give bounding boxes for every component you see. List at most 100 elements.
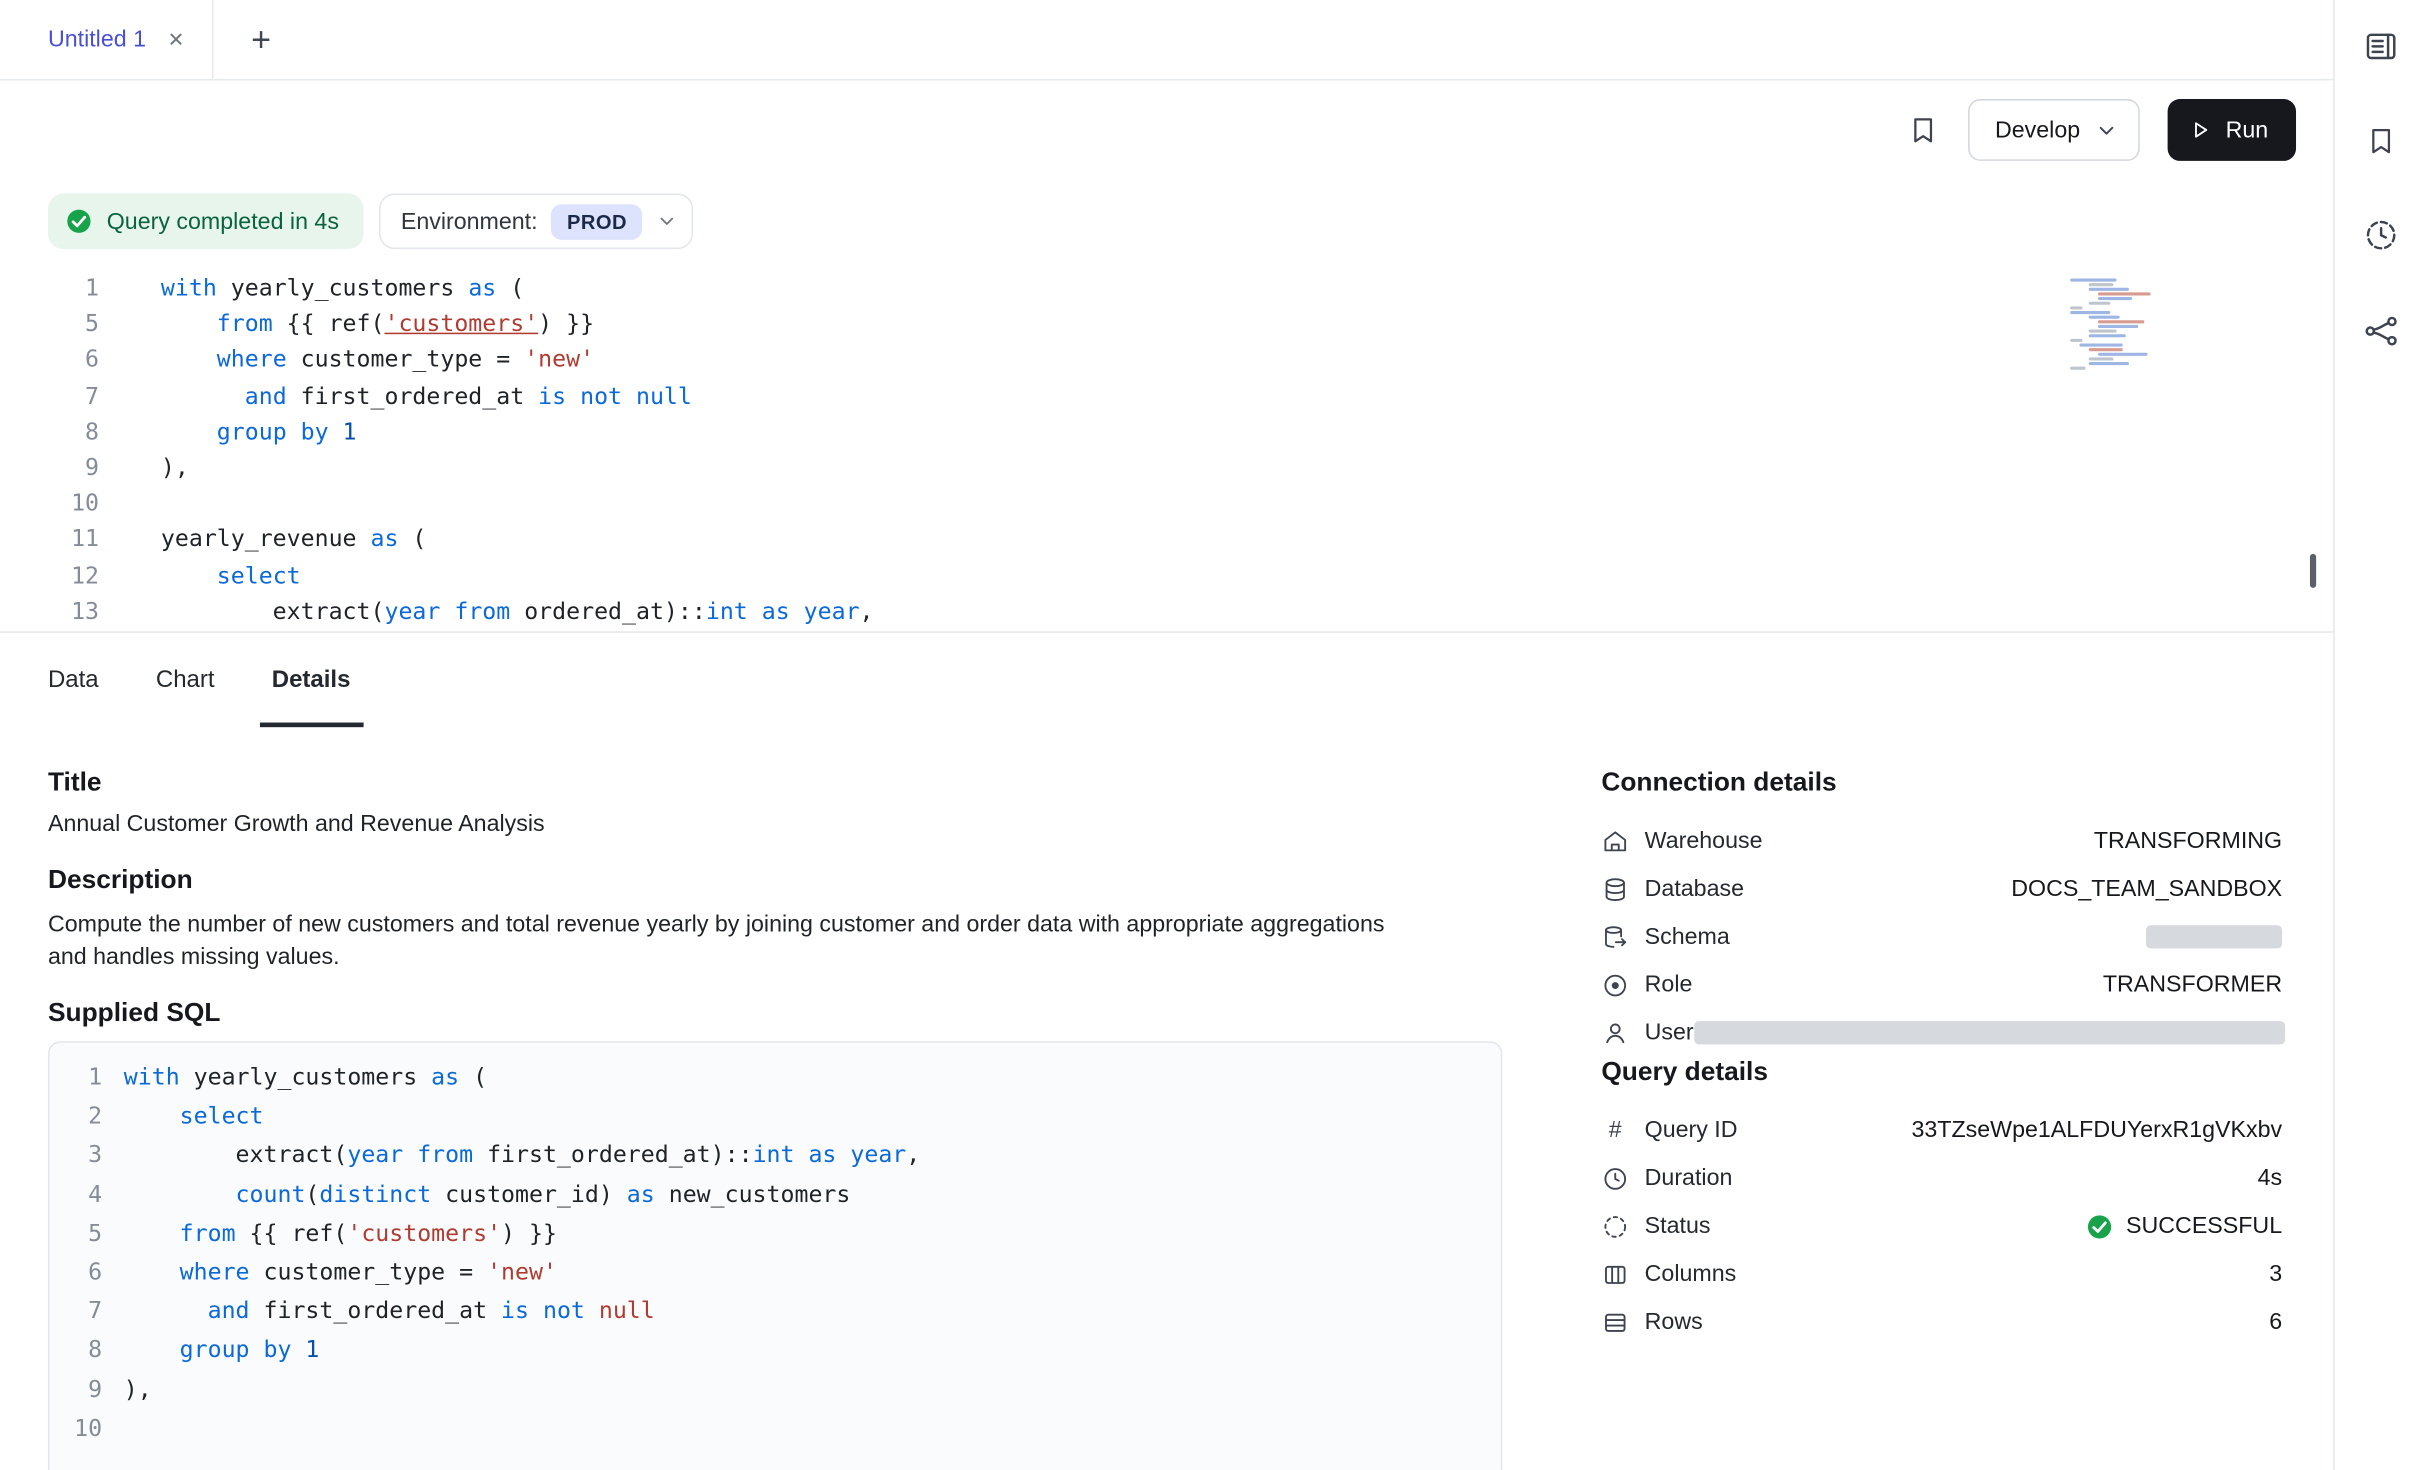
line-number: 8 xyxy=(0,414,99,450)
line-number: 12 xyxy=(0,558,99,594)
environment-badge: PROD xyxy=(552,203,643,239)
code-line: 7 and first_ordered_at is not null xyxy=(50,1292,1501,1331)
environment-selector[interactable]: Environment: PROD xyxy=(379,193,693,249)
new-tab-button[interactable]: + xyxy=(242,19,280,59)
user-row: User xyxy=(1601,1009,2282,1057)
line-number: 6 xyxy=(0,343,99,379)
supplied-sql-block: 1with yearly_customers as (2 select3 ext… xyxy=(48,1041,1502,1470)
tab-untitled-1[interactable]: Untitled 1 ✕ xyxy=(0,0,214,79)
line-number: 9 xyxy=(50,1370,103,1409)
code-text: where customer_type = 'new' xyxy=(102,1253,557,1292)
line-number: 3 xyxy=(50,1136,103,1175)
code-text: select xyxy=(99,558,301,594)
play-icon xyxy=(2188,118,2213,143)
line-number: 9 xyxy=(0,450,99,486)
code-line: 5 from {{ ref('customers') }} xyxy=(50,1214,1501,1253)
code-line: 3 extract(year from first_ordered_at)::i… xyxy=(50,1136,1501,1175)
tab-bar: Untitled 1 ✕ + xyxy=(0,0,2333,80)
check-circle-icon xyxy=(65,207,93,235)
history-icon[interactable] xyxy=(2362,217,2399,254)
code-text xyxy=(102,1409,124,1448)
status-text: SUCCESSFUL xyxy=(2126,1213,2282,1239)
supplied-sql-heading: Supplied SQL xyxy=(48,998,1502,1029)
code-line: 10 xyxy=(0,486,2333,522)
code-line: 7 and first_ordered_at is not null xyxy=(0,378,2333,414)
lineage-icon[interactable] xyxy=(2362,313,2399,350)
schema-label: Schema xyxy=(1645,924,1730,950)
develop-label: Develop xyxy=(1995,117,2080,143)
query-id-label: Query ID xyxy=(1645,1117,1738,1143)
duration-value: 4s xyxy=(2258,1165,2283,1191)
role-label: Role xyxy=(1645,972,1693,998)
line-number: 1 xyxy=(50,1058,103,1097)
environment-label: Environment: xyxy=(401,208,538,234)
code-text: yearly_revenue as ( xyxy=(99,522,426,558)
close-tab-icon[interactable]: ✕ xyxy=(168,27,185,52)
run-button[interactable]: Run xyxy=(2168,99,2296,161)
code-text: and first_ordered_at is not null xyxy=(99,378,692,414)
title-value: Annual Customer Growth and Revenue Analy… xyxy=(48,811,1502,837)
code-line: 2 select xyxy=(50,1097,1501,1136)
bookmark-icon[interactable] xyxy=(2363,124,2397,158)
warehouse-value: TRANSFORMING xyxy=(2094,828,2282,854)
columns-row: Columns 3 xyxy=(1601,1250,2282,1298)
details-content: Title Annual Customer Growth and Revenue… xyxy=(0,727,2333,1470)
duration-label: Duration xyxy=(1645,1165,1733,1191)
query-details-heading: Query details xyxy=(1601,1057,2282,1088)
role-value: TRANSFORMER xyxy=(2103,972,2282,998)
tab-label: Untitled 1 xyxy=(48,26,146,52)
editor-minimap[interactable] xyxy=(2070,278,2184,371)
develop-dropdown[interactable]: Develop xyxy=(1969,99,2141,161)
line-number: 4 xyxy=(50,1175,103,1214)
toolbar: Develop Run xyxy=(0,80,2333,179)
schema-value xyxy=(2146,925,2282,948)
description-heading: Description xyxy=(48,865,1502,896)
code-line: 11yearly_revenue as ( xyxy=(0,522,2333,558)
results-panel: Data Chart Details Title Annual Customer… xyxy=(0,631,2333,1470)
line-number: 5 xyxy=(0,307,99,343)
rows-icon xyxy=(1601,1308,1629,1336)
line-number: 2 xyxy=(50,1097,103,1136)
warehouse-icon xyxy=(1601,827,1629,855)
code-line: 5 from {{ ref('customers') }} xyxy=(0,307,2333,343)
code-text: count(distinct customer_id) as new_custo… xyxy=(102,1175,850,1214)
columns-value: 3 xyxy=(2269,1261,2282,1287)
code-text: extract(year from ordered_at)::int as ye… xyxy=(99,594,874,630)
sql-editor[interactable]: 1with yearly_customers as (5 from {{ ref… xyxy=(0,263,2333,631)
editor-scrollbar[interactable] xyxy=(2310,554,2316,588)
role-icon xyxy=(1601,971,1629,999)
tab-chart[interactable]: Chart xyxy=(156,633,215,727)
line-number: 7 xyxy=(50,1292,103,1331)
status-value: SUCCESSFUL xyxy=(2086,1212,2282,1240)
database-row: Database DOCS_TEAM_SANDBOX xyxy=(1601,865,2282,913)
code-text xyxy=(99,486,161,522)
main-panel: Untitled 1 ✕ + Develop Run Query compl xyxy=(0,0,2333,1470)
query-id-row: # Query ID 33TZseWpe1ALFDUYerxR1gVKxbv xyxy=(1601,1106,2282,1154)
schema-row: Schema xyxy=(1601,913,2282,961)
code-line: 1with yearly_customers as ( xyxy=(50,1058,1501,1097)
user-icon xyxy=(1601,1019,1629,1047)
query-status-badge: Query completed in 4s xyxy=(48,193,364,249)
layout-panel-icon[interactable] xyxy=(2362,28,2399,65)
code-text: with yearly_customers as ( xyxy=(99,271,524,307)
supplied-sql-code: 1with yearly_customers as (2 select3 ext… xyxy=(50,1058,1501,1448)
warehouse-row: Warehouse TRANSFORMING xyxy=(1601,817,2282,865)
rows-label: Rows xyxy=(1645,1309,1703,1335)
code-text: from {{ ref('customers') }} xyxy=(99,307,594,343)
code-line: 8 group by 1 xyxy=(0,414,2333,450)
chevron-down-icon xyxy=(656,210,678,232)
code-line: 9), xyxy=(50,1370,1501,1409)
bookmark-icon[interactable] xyxy=(1907,113,1941,147)
code-line: 10 xyxy=(50,1409,1501,1448)
clock-icon xyxy=(1601,1164,1629,1192)
status-bar: Query completed in 4s Environment: PROD xyxy=(0,179,2333,263)
tab-details[interactable]: Details xyxy=(272,633,351,727)
code-text: extract(year from first_ordered_at)::int… xyxy=(102,1136,920,1175)
run-label: Run xyxy=(2226,117,2269,143)
redacted-value xyxy=(2146,925,2282,948)
tab-data[interactable]: Data xyxy=(48,633,99,727)
code-line: 8 group by 1 xyxy=(50,1331,1501,1370)
database-icon xyxy=(1601,875,1629,903)
database-value: DOCS_TEAM_SANDBOX xyxy=(2011,876,2282,902)
line-number: 13 xyxy=(0,594,99,630)
